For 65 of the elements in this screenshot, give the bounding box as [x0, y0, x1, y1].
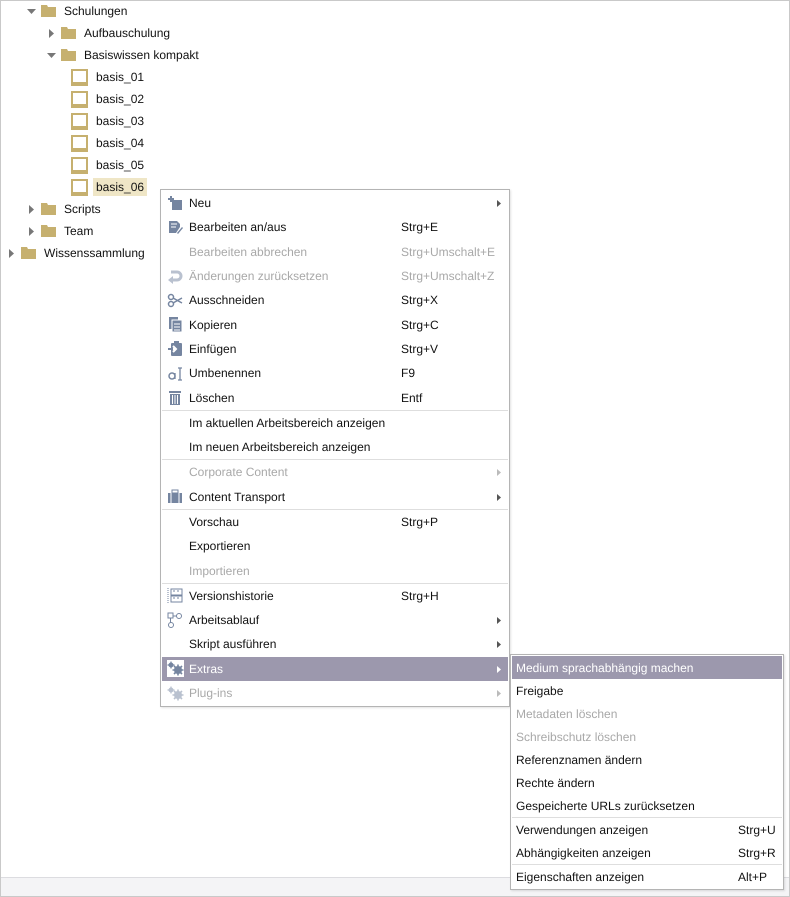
paste-icon [167, 340, 184, 358]
menu-item[interactable]: Eigenschaften anzeigen Alt+P [512, 865, 782, 888]
collapse-arrow-icon[interactable] [46, 50, 56, 60]
menu-item[interactable]: Versionshistorie Strg+H [162, 584, 508, 608]
menu-item[interactable]: Umbenennen F9 [162, 361, 508, 386]
edit-icon [167, 218, 184, 236]
document-icon [71, 134, 88, 152]
menu-item[interactable]: Verwendungen anzeigen Strg+U [512, 818, 782, 841]
menu-item[interactable]: Vorschau Strg+P [162, 510, 508, 534]
menu-item[interactable]: Einfügen Strg+V [162, 336, 508, 362]
rename-icon [167, 364, 184, 382]
tree-item[interactable]: basis_01 [93, 68, 148, 86]
tree-item[interactable]: basis_05 [93, 156, 148, 174]
expand-arrow-icon[interactable] [6, 248, 16, 258]
tree-item[interactable]: Team [61, 222, 96, 240]
tree-item[interactable]: Scripts [61, 200, 104, 218]
folder-icon [41, 203, 56, 215]
gears-icon [167, 684, 184, 702]
folder-icon [21, 247, 36, 259]
folder-icon [61, 49, 76, 61]
document-icon [71, 90, 88, 108]
collapse-arrow-icon[interactable] [26, 6, 36, 16]
tree-item[interactable]: basis_04 [93, 134, 148, 152]
expand-arrow-icon[interactable] [26, 204, 36, 214]
tree-item[interactable]: basis_06 [93, 178, 148, 196]
tree-item[interactable]: Aufbauschulung [81, 24, 174, 42]
scissors-icon [167, 292, 184, 309]
history-icon [167, 587, 184, 604]
tree-item[interactable]: Wissenssammlung [41, 244, 148, 262]
briefcase-icon [167, 488, 184, 506]
menu-item[interactable]: Gespeicherte URLs zurücksetzen [512, 794, 782, 817]
menu-item[interactable]: Bearbeiten an/aus Strg+E [162, 215, 508, 240]
menu-item[interactable]: Rechte ändern [512, 771, 782, 794]
folder-icon [41, 5, 56, 17]
menu-item[interactable]: Neu [162, 191, 508, 216]
menu-item[interactable]: Ausschneiden Strg+X [162, 288, 508, 312]
menu-item[interactable]: Exportieren [162, 534, 508, 558]
workflow-icon [167, 612, 184, 629]
document-icon [71, 156, 88, 174]
menu-item[interactable]: Arbeitsablauf [162, 608, 508, 632]
folder-icon [41, 225, 56, 237]
copy-icon [167, 316, 184, 334]
gears-icon [167, 660, 184, 678]
expand-arrow-icon[interactable] [46, 28, 56, 38]
menu-item[interactable]: Kopieren Strg+C [162, 312, 508, 337]
document-icon [71, 178, 88, 196]
menu-item[interactable]: Skript ausführen [162, 632, 508, 657]
expand-arrow-icon[interactable] [26, 226, 36, 236]
document-icon [71, 68, 88, 86]
tree-item[interactable]: basis_03 [93, 112, 148, 130]
menu-item[interactable]: Im neuen Arbeitsbereich anzeigen [162, 434, 508, 460]
document-icon [71, 112, 88, 130]
menu-item[interactable]: Referenznamen ändern [512, 748, 782, 771]
new-item-icon [167, 194, 184, 212]
menu-item[interactable]: Löschen Entf [162, 385, 508, 410]
tree-item[interactable]: Basiswissen kompakt [81, 46, 202, 64]
menu-item[interactable]: Freigabe [512, 679, 782, 702]
menu-item[interactable]: Abhängigkeiten anzeigen Strg+R [512, 841, 782, 864]
trash-icon [167, 389, 184, 406]
tree-item[interactable]: basis_02 [93, 90, 148, 108]
menu-item[interactable]: Content Transport [162, 484, 508, 509]
menu-item[interactable]: Im aktuellen Arbeitsbereich anzeigen [162, 410, 508, 435]
folder-icon [61, 27, 76, 39]
undo-icon [167, 268, 184, 285]
tree-item[interactable]: Schulungen [61, 2, 130, 20]
